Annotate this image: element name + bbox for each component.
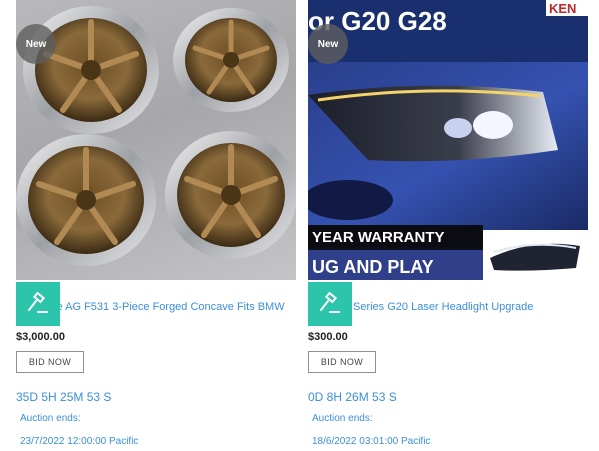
brand-logo: KEN xyxy=(549,1,576,16)
wheels-photo xyxy=(16,6,296,266)
auction-ends-label: Auction ends: xyxy=(20,413,81,424)
gavel-icon[interactable] xyxy=(16,282,60,326)
headlight-photo: or G20 G28 KEN YEAR WARRANTY UG AND PLAY xyxy=(308,0,588,280)
bid-now-button[interactable]: BID NOW xyxy=(308,351,376,373)
auction-countdown: 0D 8H 26M 53 S xyxy=(308,390,397,404)
listing-price: $300.00 xyxy=(308,331,348,343)
auction-ends-label: Auction ends: xyxy=(312,413,373,424)
listing-image[interactable]: New xyxy=(16,0,296,280)
auction-ends-date: 23/7/2022 12:00:00 Pacific xyxy=(20,436,139,447)
gavel-icon[interactable] xyxy=(308,282,352,326)
new-badge: New xyxy=(16,24,56,64)
auction-countdown: 35D 5H 25M 53 S xyxy=(16,390,112,404)
warranty-text: YEAR WARRANTY xyxy=(312,229,445,246)
bid-now-button[interactable]: BID NOW xyxy=(16,351,84,373)
listing-price: $3,000.00 xyxy=(16,331,65,343)
plug-and-play-text: UG AND PLAY xyxy=(312,257,434,277)
new-badge: New xyxy=(308,24,348,64)
auction-ends-date: 18/6/2022 03:01:00 Pacific xyxy=(312,436,431,447)
listing-image[interactable]: or G20 G28 KEN YEAR WARRANTY UG AND PLAY… xyxy=(308,0,588,280)
listing-card: New t Garde AG F531 3-Piece Forged Conca… xyxy=(16,0,296,451)
listing-card: or G20 G28 KEN YEAR WARRANTY UG AND PLAY… xyxy=(308,0,588,451)
